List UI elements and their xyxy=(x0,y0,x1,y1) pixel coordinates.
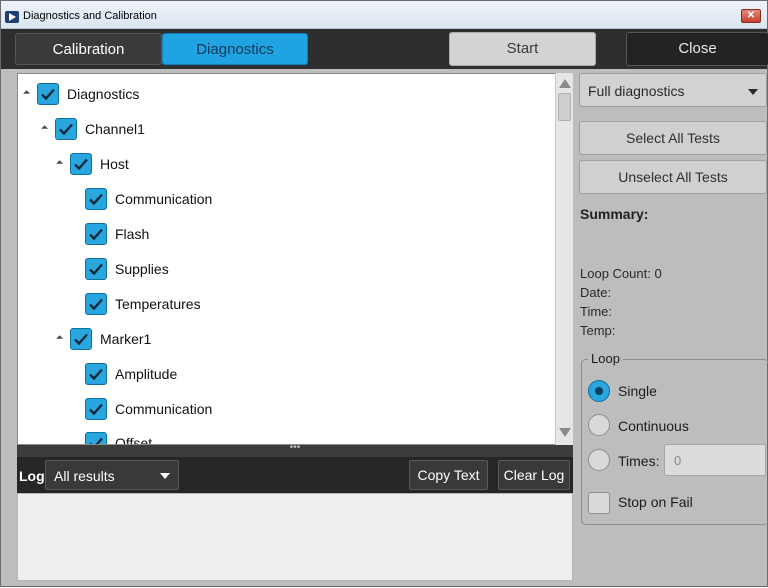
summary-date: Date: xyxy=(580,285,612,300)
times-placeholder: 0 xyxy=(674,453,682,468)
loop-group: Loop Single Continuous Times: 0 Stop on … xyxy=(581,351,768,525)
checkbox[interactable] xyxy=(85,293,107,315)
stop-on-fail-label: Stop on Fail xyxy=(618,494,693,510)
window-close-icon[interactable]: ✕ xyxy=(741,9,761,23)
checkbox[interactable] xyxy=(85,432,107,444)
expand-arrow-icon[interactable] xyxy=(56,159,64,167)
tree-item-label: Flash xyxy=(115,226,150,242)
summary-time: Time: xyxy=(580,304,613,319)
radio-times[interactable] xyxy=(588,449,610,471)
checkbox[interactable] xyxy=(37,83,59,105)
tree-item-supplies[interactable]: Supplies xyxy=(85,256,169,282)
tab-diagnostics[interactable]: Diagnostics xyxy=(162,33,308,65)
expand-arrow-icon[interactable] xyxy=(23,89,31,97)
checkbox[interactable] xyxy=(85,223,107,245)
tree-item-label: Host xyxy=(100,156,129,172)
chevron-down-icon xyxy=(160,473,170,479)
tab-calibration[interactable]: Calibration xyxy=(15,33,162,65)
copy-text-button[interactable]: Copy Text xyxy=(409,460,488,490)
checkmark-icon xyxy=(74,333,88,346)
log-filter-value: All results xyxy=(54,468,115,484)
summary-title: Summary: xyxy=(580,206,649,222)
tree-item-flash[interactable]: Flash xyxy=(85,221,149,247)
scroll-thumb[interactable] xyxy=(558,93,571,121)
radio-single[interactable] xyxy=(588,380,610,402)
checkmark-icon xyxy=(59,123,73,136)
log-label: Log xyxy=(19,468,45,484)
tree-item-amplitude[interactable]: Amplitude xyxy=(85,361,177,387)
checkmark-icon xyxy=(89,193,103,206)
checkmark-icon xyxy=(89,437,103,444)
checkbox[interactable] xyxy=(85,188,107,210)
window-title: Diagnostics and Calibration xyxy=(23,10,157,22)
scroll-down-icon[interactable] xyxy=(559,428,571,437)
close-button[interactable]: Close xyxy=(626,32,768,66)
select-all-tests-button[interactable]: Select All Tests xyxy=(579,121,767,155)
radio-times-label: Times: xyxy=(618,453,660,469)
tree-item-label: Diagnostics xyxy=(67,86,140,102)
tree-item-channel1[interactable]: Channel1 xyxy=(40,116,145,142)
tree-item-label: Marker1 xyxy=(100,331,152,347)
checkbox[interactable] xyxy=(70,328,92,350)
log-filter-dropdown[interactable]: All results xyxy=(45,460,179,490)
checkmark-icon xyxy=(89,228,103,241)
start-button[interactable]: Start xyxy=(449,32,596,66)
tree-item-label: Amplitude xyxy=(115,366,178,382)
radio-single-label: Single xyxy=(618,383,657,399)
checkbox[interactable] xyxy=(85,363,107,385)
tree-item-communication-marker[interactable]: Communication xyxy=(85,396,212,422)
radio-continuous[interactable] xyxy=(588,414,610,436)
summary-temp: Temp: xyxy=(580,323,616,338)
checkbox[interactable] xyxy=(85,258,107,280)
panel-splitter[interactable]: ••• xyxy=(17,443,573,457)
chevron-down-icon xyxy=(748,89,758,95)
log-output[interactable] xyxy=(17,493,573,581)
app-icon xyxy=(5,11,19,23)
tree-item-label: Offset xyxy=(115,435,153,445)
diagnostics-tree: Diagnostics Channel1 Host Communication … xyxy=(17,73,573,445)
diagnostic-mode-value: Full diagnostics xyxy=(588,83,685,99)
toolbar: Calibration Diagnostics Start Close xyxy=(1,29,768,69)
tree-item-marker1[interactable]: Marker1 xyxy=(55,326,151,352)
tree-item-communication[interactable]: Communication xyxy=(85,186,212,212)
loop-count: Loop Count: 0 xyxy=(580,266,662,281)
diagnostics-window: Diagnostics and Calibration ✕ Calibratio… xyxy=(0,0,768,587)
tree-item-label: Channel1 xyxy=(85,121,145,137)
checkmark-icon xyxy=(89,298,103,311)
checkbox[interactable] xyxy=(85,398,107,420)
tree-item-offset[interactable]: Offset xyxy=(85,430,153,445)
checkmark-icon xyxy=(89,403,103,416)
tree-item-label: Temperatures xyxy=(115,296,201,312)
tree-item-label: Communication xyxy=(115,401,213,417)
unselect-all-tests-button[interactable]: Unselect All Tests xyxy=(579,160,767,194)
side-panel: Full diagnostics Select All Tests Unsele… xyxy=(579,73,768,588)
checkbox[interactable] xyxy=(70,153,92,175)
tree-item-diagnostics[interactable]: Diagnostics xyxy=(22,81,139,107)
tree-item-label: Communication xyxy=(115,191,213,207)
tree-item-label: Supplies xyxy=(115,261,169,277)
title-bar: Diagnostics and Calibration ✕ xyxy=(1,1,767,29)
checkmark-icon xyxy=(89,263,103,276)
clear-log-button[interactable]: Clear Log xyxy=(498,460,570,490)
scroll-up-icon[interactable] xyxy=(559,79,571,88)
tree-item-temperatures[interactable]: Temperatures xyxy=(85,291,201,317)
checkmark-icon xyxy=(41,88,55,101)
checkmark-icon xyxy=(74,158,88,171)
checkmark-icon xyxy=(89,368,103,381)
tree-item-host[interactable]: Host xyxy=(55,151,129,177)
loop-legend: Loop xyxy=(588,351,623,366)
expand-arrow-icon[interactable] xyxy=(41,124,49,132)
stop-on-fail-checkbox[interactable] xyxy=(588,492,610,514)
radio-continuous-label: Continuous xyxy=(618,418,689,434)
times-input[interactable]: 0 xyxy=(664,444,766,476)
diagnostic-mode-dropdown[interactable]: Full diagnostics xyxy=(579,73,767,107)
checkbox[interactable] xyxy=(55,118,77,140)
log-toolbar: Log All results Copy Text Clear Log xyxy=(17,457,573,493)
expand-arrow-icon[interactable] xyxy=(56,334,64,342)
tree-scrollbar[interactable] xyxy=(555,73,573,445)
